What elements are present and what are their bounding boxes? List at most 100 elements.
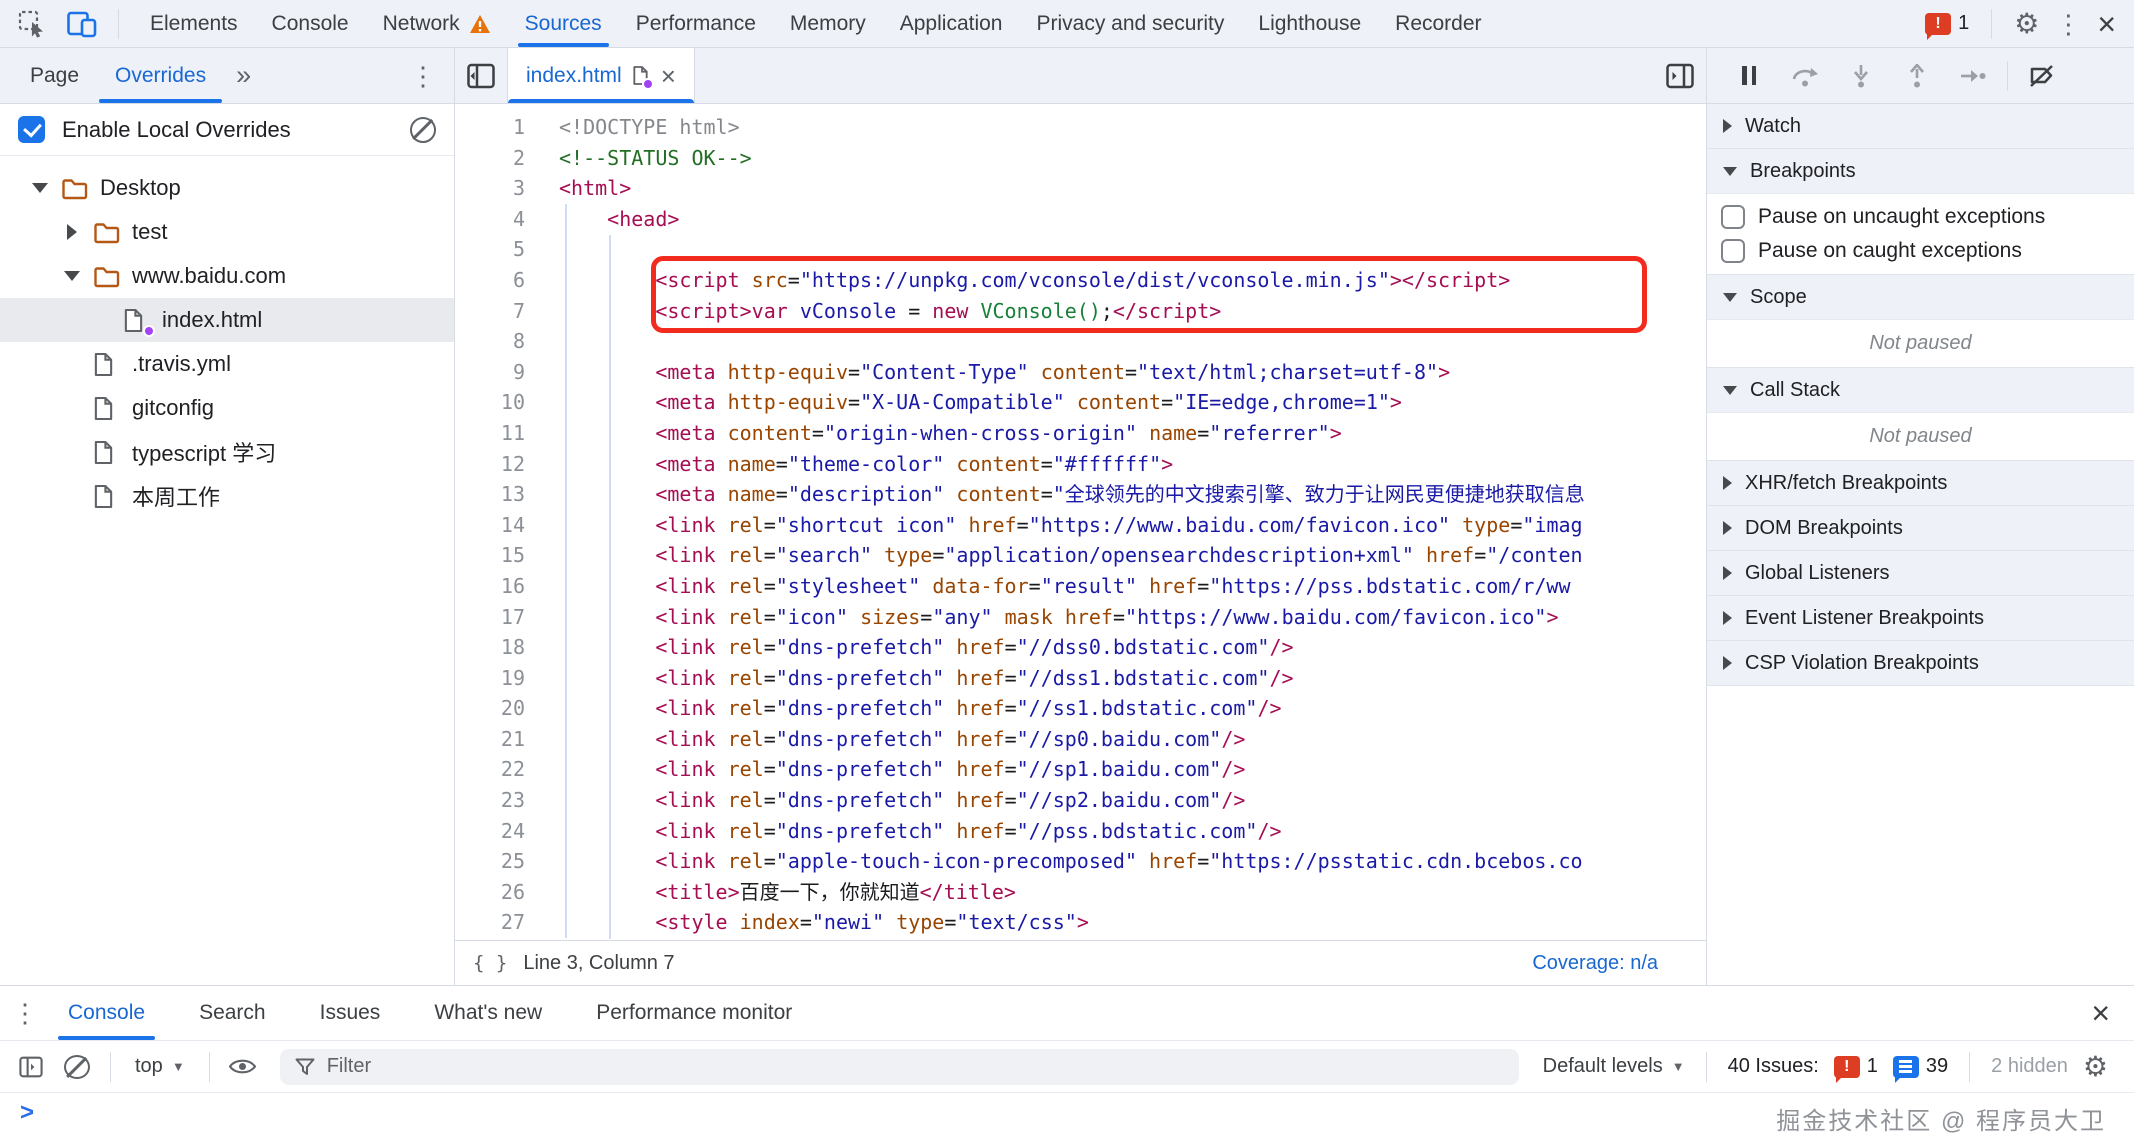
hide-navigator-icon[interactable]: [455, 48, 507, 103]
panel-tab-recorder[interactable]: Recorder: [1378, 0, 1498, 47]
line-number[interactable]: 22: [455, 754, 525, 785]
code-line-14[interactable]: 14 <link rel="shortcut icon" href="https…: [455, 510, 1706, 541]
code-line-3[interactable]: 3<html>: [455, 173, 1706, 204]
more-options-icon[interactable]: ⋮: [2055, 11, 2081, 37]
line-number[interactable]: 6: [455, 265, 525, 296]
issue-error-counter[interactable]: ! 1: [1834, 1055, 1878, 1078]
panel-tab-privacy-and-security[interactable]: Privacy and security: [1019, 0, 1241, 47]
chevron-right-icon[interactable]: [62, 224, 82, 240]
code-line-7[interactable]: 7 <script>var vConsole = new VConsole();…: [455, 296, 1706, 327]
line-number[interactable]: 24: [455, 816, 525, 847]
line-number[interactable]: 12: [455, 449, 525, 480]
checkbox-unchecked[interactable]: [1721, 239, 1745, 263]
code-line-4[interactable]: 4 <head>: [455, 204, 1706, 235]
tree-item-www-baidu-com[interactable]: www.baidu.com: [0, 254, 454, 298]
section-header-breakpoints[interactable]: Breakpoints: [1707, 149, 2134, 193]
log-levels-dropdown[interactable]: Default levels ▼: [1543, 1055, 1685, 1078]
issues-counter[interactable]: ! 1: [1925, 12, 1969, 35]
navigator-tab-page[interactable]: Page: [24, 48, 85, 103]
code-line-18[interactable]: 18 <link rel="dns-prefetch" href="//dss0…: [455, 632, 1706, 663]
code-line-8[interactable]: 8: [455, 326, 1706, 357]
tree-item-item-7[interactable]: 本周工作: [0, 474, 454, 518]
code-line-19[interactable]: 19 <link rel="dns-prefetch" href="//dss1…: [455, 663, 1706, 694]
checkbox-row-pause-on-uncaught-exceptions[interactable]: Pause on uncaught exceptions: [1707, 200, 2134, 234]
code-line-2[interactable]: 2<!--STATUS OK-->: [455, 143, 1706, 174]
code-line-5[interactable]: 5: [455, 234, 1706, 265]
tree-item-typescript[interactable]: typescript 学习: [0, 430, 454, 474]
section-header-watch[interactable]: Watch: [1707, 104, 2134, 148]
line-number[interactable]: 23: [455, 785, 525, 816]
panel-tab-elements[interactable]: Elements: [133, 0, 255, 47]
line-number[interactable]: 7: [455, 296, 525, 327]
hidden-messages-label[interactable]: 2 hidden: [1991, 1055, 2068, 1078]
chevron-down-icon[interactable]: [62, 271, 82, 281]
settings-gear-icon[interactable]: ⚙: [2014, 10, 2039, 38]
clear-overrides-icon[interactable]: [410, 117, 436, 143]
code-editor[interactable]: 1<!DOCTYPE html>2<!--STATUS OK-->3<html>…: [455, 104, 1706, 940]
editor-tab-index-html[interactable]: index.html ×: [507, 48, 695, 103]
drawer-tab-issues[interactable]: Issues: [302, 986, 399, 1040]
drawer-tab-console[interactable]: Console: [50, 986, 163, 1040]
drawer-tab-what-s-new[interactable]: What's new: [416, 986, 560, 1040]
drawer-tab-performance-monitor[interactable]: Performance monitor: [578, 986, 810, 1040]
line-number[interactable]: 8: [455, 326, 525, 357]
step-over-icon[interactable]: [1777, 56, 1833, 96]
console-sidebar-icon[interactable]: [12, 1048, 50, 1086]
code-line-24[interactable]: 24 <link rel="dns-prefetch" href="//pss.…: [455, 816, 1706, 847]
navigator-more-menu-icon[interactable]: ⋮: [410, 63, 436, 89]
code-line-11[interactable]: 11 <meta content="origin-when-cross-orig…: [455, 418, 1706, 449]
code-line-12[interactable]: 12 <meta name="theme-color" content="#ff…: [455, 449, 1706, 480]
tree-item-gitconfig[interactable]: gitconfig: [0, 386, 454, 430]
pause-script-icon[interactable]: [1721, 56, 1777, 96]
tab-close-icon[interactable]: ×: [661, 63, 676, 89]
line-number[interactable]: 2: [455, 143, 525, 174]
drawer-close-icon[interactable]: ×: [2091, 997, 2110, 1029]
line-number[interactable]: 13: [455, 479, 525, 510]
section-header-dom-breakpoints[interactable]: DOM Breakpoints: [1707, 506, 2134, 550]
panel-tab-sources[interactable]: Sources: [508, 0, 619, 47]
code-line-26[interactable]: 26 <title>百度一下，你就知道</title>: [455, 877, 1706, 908]
panel-tab-lighthouse[interactable]: Lighthouse: [1241, 0, 1378, 47]
line-number[interactable]: 25: [455, 846, 525, 877]
console-filter-input[interactable]: Filter: [280, 1049, 1519, 1085]
line-number[interactable]: 21: [455, 724, 525, 755]
drawer-tab-search[interactable]: Search: [181, 986, 284, 1040]
code-line-20[interactable]: 20 <link rel="dns-prefetch" href="//ss1.…: [455, 693, 1706, 724]
more-tabs-icon[interactable]: »: [236, 60, 251, 91]
inspect-element-icon[interactable]: [12, 4, 52, 44]
section-header-csp-violation-breakpoints[interactable]: CSP Violation Breakpoints: [1707, 641, 2134, 685]
line-number[interactable]: 1: [455, 112, 525, 143]
step-icon[interactable]: [1945, 56, 2001, 96]
issue-message-counter[interactable]: 39: [1893, 1055, 1948, 1078]
tree-item-test[interactable]: test: [0, 210, 454, 254]
drawer-more-menu-icon[interactable]: ⋮: [0, 986, 50, 1040]
checkbox-row-pause-on-caught-exceptions[interactable]: Pause on caught exceptions: [1707, 234, 2134, 268]
close-devtools-icon[interactable]: ×: [2097, 8, 2116, 40]
code-line-21[interactable]: 21 <link rel="dns-prefetch" href="//sp0.…: [455, 724, 1706, 755]
code-line-16[interactable]: 16 <link rel="stylesheet" data-for="resu…: [455, 571, 1706, 602]
live-expression-eye-icon[interactable]: [224, 1048, 262, 1086]
code-line-27[interactable]: 27 <style index="newi" type="text/css">: [455, 907, 1706, 938]
code-line-9[interactable]: 9 <meta http-equiv="Content-Type" conten…: [455, 357, 1706, 388]
panel-tab-memory[interactable]: Memory: [773, 0, 883, 47]
code-line-10[interactable]: 10 <meta http-equiv="X-UA-Compatible" co…: [455, 387, 1706, 418]
chevron-down-icon[interactable]: [30, 183, 50, 193]
section-header-call-stack[interactable]: Call Stack: [1707, 368, 2134, 412]
section-header-event-listener-breakpoints[interactable]: Event Listener Breakpoints: [1707, 596, 2134, 640]
line-number[interactable]: 15: [455, 540, 525, 571]
section-header-global-listeners[interactable]: Global Listeners: [1707, 551, 2134, 595]
clear-console-icon[interactable]: [58, 1048, 96, 1086]
code-line-25[interactable]: 25 <link rel="apple-touch-icon-precompos…: [455, 846, 1706, 877]
deactivate-breakpoints-icon[interactable]: [2014, 56, 2070, 96]
line-number[interactable]: 16: [455, 571, 525, 602]
line-number[interactable]: 3: [455, 173, 525, 204]
coverage-link[interactable]: Coverage: n/a: [1532, 952, 1658, 975]
line-number[interactable]: 18: [455, 632, 525, 663]
navigator-tab-overrides[interactable]: Overrides: [109, 48, 212, 103]
issues-label[interactable]: 40 Issues:: [1728, 1055, 1819, 1078]
line-number[interactable]: 5: [455, 234, 525, 265]
code-line-15[interactable]: 15 <link rel="search" type="application/…: [455, 540, 1706, 571]
code-line-23[interactable]: 23 <link rel="dns-prefetch" href="//sp2.…: [455, 785, 1706, 816]
panel-tab-application[interactable]: Application: [883, 0, 1020, 47]
console-settings-gear-icon[interactable]: ⚙: [2083, 1053, 2108, 1081]
